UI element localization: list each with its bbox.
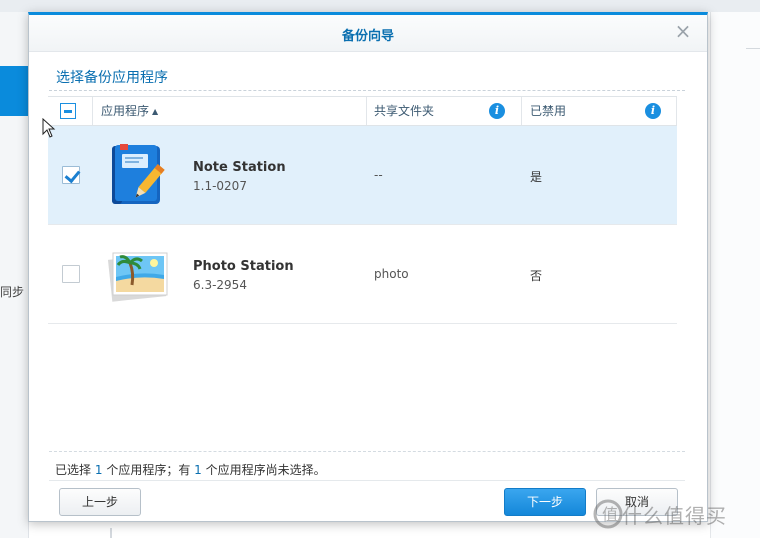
disabled-value: 否 bbox=[530, 269, 543, 283]
column-divider bbox=[676, 97, 677, 125]
dialog-title: 备份向导 bbox=[341, 29, 394, 44]
disabled-value: 是 bbox=[530, 170, 543, 184]
next-button[interactable]: 下一步 bbox=[504, 488, 586, 516]
row-checkbox[interactable] bbox=[62, 166, 81, 184]
table-row[interactable]: Note Station 1.1-0207 -- 是 bbox=[48, 126, 677, 225]
unselected-count: 1 bbox=[194, 463, 202, 477]
app-version: 6.3-2954 bbox=[193, 278, 247, 292]
shared-folder-value: -- bbox=[374, 168, 383, 182]
previous-button[interactable]: 上一步 bbox=[59, 488, 141, 516]
note-station-icon bbox=[112, 144, 165, 204]
sort-ascending-icon: ▲ bbox=[152, 107, 159, 116]
section-divider bbox=[49, 90, 685, 91]
app-name: Photo Station bbox=[193, 259, 294, 274]
app-version: 1.1-0207 bbox=[193, 179, 247, 193]
close-icon: × bbox=[674, 19, 692, 43]
info-icon[interactable]: i bbox=[489, 103, 505, 119]
select-all-checkbox[interactable] bbox=[60, 103, 76, 119]
background-right-panel bbox=[710, 12, 760, 538]
background-sidebar-active-item[interactable] bbox=[0, 66, 28, 116]
background-divider bbox=[110, 528, 112, 538]
app-table: 应用程序 ▲ 共享文件夹 i 已禁用 i Note Station 1.1-02… bbox=[48, 96, 677, 324]
status-prefix: 已选择 bbox=[55, 463, 92, 477]
info-icon[interactable]: i bbox=[645, 103, 661, 119]
checkmark-icon bbox=[64, 166, 81, 184]
background-sidebar-label[interactable]: 同步 bbox=[0, 283, 28, 300]
footer-divider bbox=[49, 480, 685, 481]
column-divider bbox=[521, 97, 522, 125]
column-divider bbox=[92, 97, 93, 125]
dialog-header: 备份向导 × bbox=[29, 15, 707, 52]
column-header-shared-folder[interactable]: 共享文件夹 bbox=[374, 97, 434, 125]
section-title: 选择备份应用程序 bbox=[56, 70, 168, 86]
shared-folder-value: photo bbox=[374, 267, 409, 281]
app-name: Note Station bbox=[193, 160, 286, 175]
status-middle: 个应用程序；有 bbox=[106, 463, 191, 477]
indeterminate-icon bbox=[64, 110, 72, 113]
background-divider bbox=[746, 48, 760, 49]
photo-station-icon bbox=[107, 252, 168, 302]
watermark-text: 什么值得买 bbox=[622, 504, 727, 528]
column-header-app[interactable]: 应用程序 ▲ bbox=[101, 97, 158, 125]
mouse-cursor-icon bbox=[42, 118, 56, 138]
column-header-disabled[interactable]: 已禁用 bbox=[530, 97, 566, 125]
table-row[interactable]: Photo Station 6.3-2954 photo 否 bbox=[48, 225, 677, 324]
backup-wizard-dialog: 备份向导 × 选择备份应用程序 应用程序 ▲ 共享文件夹 i 已禁用 i Not… bbox=[28, 12, 708, 522]
status-divider bbox=[49, 451, 685, 452]
row-checkbox[interactable] bbox=[62, 265, 80, 283]
status-suffix: 个应用程序尚未选择。 bbox=[205, 463, 326, 477]
close-button[interactable]: × bbox=[673, 21, 693, 41]
table-header: 应用程序 ▲ 共享文件夹 i 已禁用 i bbox=[48, 96, 677, 126]
selection-status: 已选择 1 个应用程序；有 1 个应用程序尚未选择。 bbox=[55, 461, 326, 478]
selected-count: 1 bbox=[94, 463, 103, 477]
column-divider bbox=[366, 97, 367, 125]
svg-text:值: 值 bbox=[602, 505, 618, 524]
column-header-app-label: 应用程序 bbox=[101, 104, 150, 118]
background-titlebar bbox=[0, 0, 760, 12]
